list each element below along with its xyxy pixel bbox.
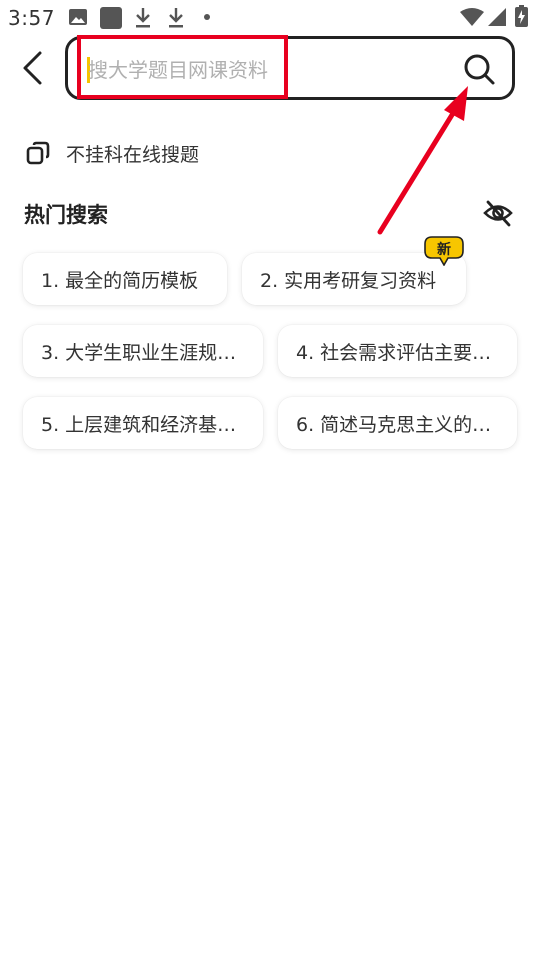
image-icon [69, 9, 87, 25]
search-screen: 3:57 搜大学题目网课资料 不挂科在线搜题 热门搜索 1. 最全的简历模板 2… [0, 0, 538, 958]
back-button[interactable] [16, 50, 50, 86]
eye-off-icon[interactable] [482, 197, 514, 229]
hot-search-item-label: 4. 社会需求评估主要包括 [296, 341, 499, 364]
hot-search-item-3[interactable]: 3. 大学生职业生涯规划书 [23, 325, 263, 377]
new-badge: 新 [424, 236, 464, 266]
app-square-icon [100, 7, 122, 29]
hot-search-item-label: 3. 大学生职业生涯规划书 [41, 341, 245, 364]
shortcut-label: 不挂科在线搜题 [66, 143, 200, 166]
new-badge-label: 新 [437, 242, 451, 258]
wifi-icon [460, 8, 484, 26]
download-icon [136, 8, 150, 28]
dot-icon [204, 14, 210, 20]
hot-search-item-label: 5. 上层建筑和经济基础的关系 [41, 413, 245, 436]
annotation-highlight-box [77, 35, 288, 99]
download-icon [169, 8, 183, 28]
copy-icon [26, 141, 50, 165]
cellular-signal-icon [488, 8, 506, 26]
hot-search-item-label: 6. 简述马克思主义的基本原理 [296, 413, 499, 436]
hot-search-item-6[interactable]: 6. 简述马克思主义的基本原理 [278, 397, 517, 449]
shortcut-online-search[interactable]: 不挂科在线搜题 [26, 138, 199, 168]
search-icon[interactable] [461, 51, 497, 87]
status-bar: 3:57 [0, 0, 538, 34]
hot-search-item-4[interactable]: 4. 社会需求评估主要包括 [278, 325, 517, 377]
battery-charging-icon [515, 5, 528, 27]
hot-search-title: 热门搜索 [24, 203, 108, 227]
status-time: 3:57 [8, 6, 55, 30]
hot-search-item-1[interactable]: 1. 最全的简历模板 [23, 253, 227, 305]
hot-search-item-5[interactable]: 5. 上层建筑和经济基础的关系 [23, 397, 263, 449]
hot-search-item-label: 1. 最全的简历模板 [41, 269, 199, 292]
hot-search-item-label: 2. 实用考研复习资料 [260, 269, 437, 292]
